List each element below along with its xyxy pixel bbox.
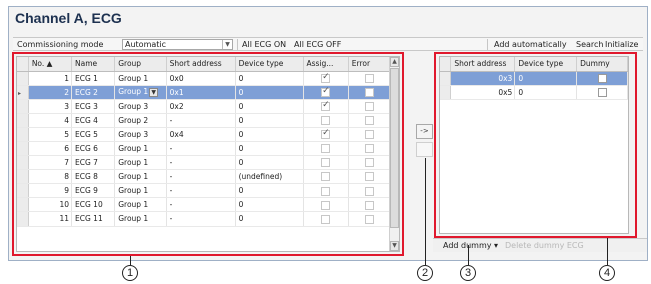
all-ecg-off-button[interactable]: All ECG OFF [294, 40, 341, 49]
callout-line [130, 256, 131, 265]
dummy-toolbar: Add dummy ▾ Delete dummy ECG [433, 238, 647, 252]
callout-4: 4 [599, 265, 615, 281]
divider [487, 39, 488, 50]
search-button[interactable]: Search [576, 40, 603, 49]
toolbar: Commissioning mode Automatic ▼ All ECG O… [13, 37, 643, 51]
initialize-button[interactable]: Initialize [605, 40, 638, 49]
commissioning-mode-value: Automatic [125, 40, 167, 49]
delete-dummy-button: Delete dummy ECG [505, 241, 584, 250]
callout-1: 1 [122, 265, 138, 281]
callout-3: 3 [460, 265, 476, 281]
commissioning-mode-label: Commissioning mode [17, 40, 104, 49]
callout-line [425, 158, 426, 265]
highlight-ecg-table [12, 52, 404, 256]
commissioning-mode-select[interactable]: Automatic ▼ [122, 39, 233, 50]
add-automatically-button[interactable]: Add automatically [494, 40, 567, 49]
callout-line [468, 245, 469, 265]
move-right-button[interactable]: -> [416, 124, 433, 139]
window-title: Channel A, ECG [15, 10, 122, 26]
callout-2: 2 [417, 265, 433, 281]
highlight-short-table [434, 52, 637, 238]
callout-line [607, 238, 608, 265]
divider [237, 39, 238, 50]
chevron-down-icon[interactable]: ▼ [222, 40, 232, 49]
chevron-down-icon: ▾ [494, 241, 499, 250]
move-left-button[interactable]: <- [416, 142, 433, 157]
all-ecg-on-button[interactable]: All ECG ON [242, 40, 286, 49]
add-dummy-button[interactable]: Add dummy ▾ [443, 241, 498, 250]
